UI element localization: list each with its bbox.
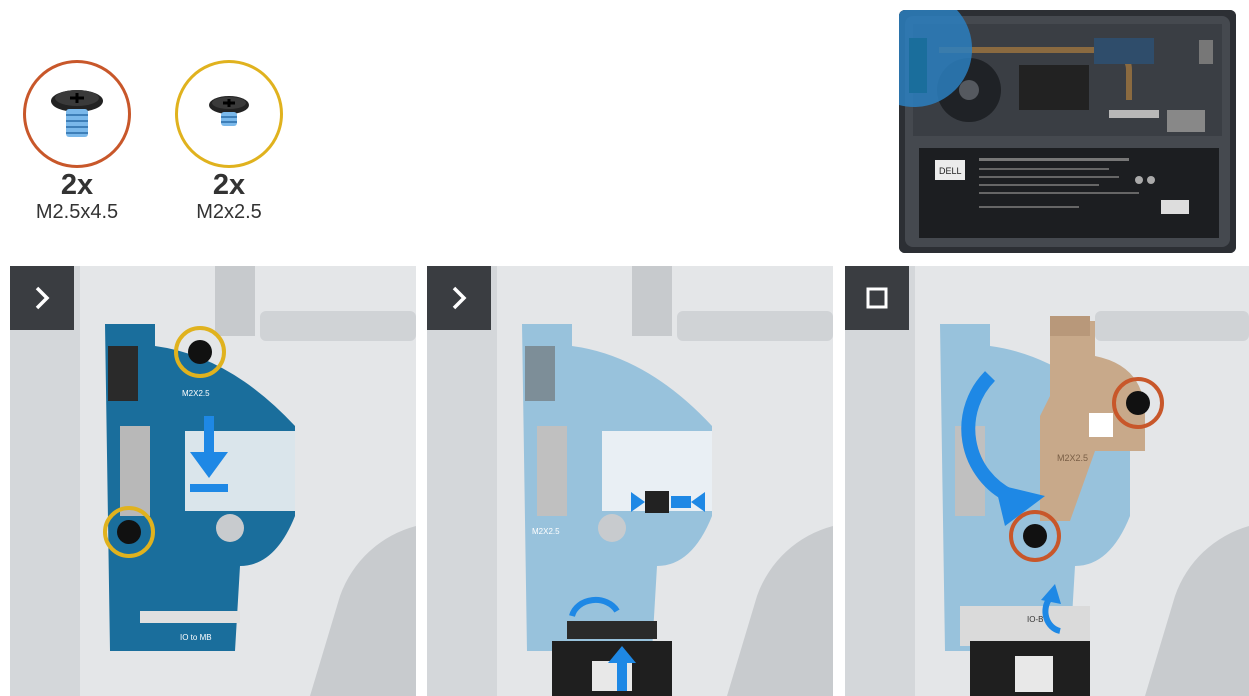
board-silk-label: IO to MB: [180, 633, 212, 642]
screw-m2x25-icon: [209, 96, 249, 126]
step-1-illustration: IO to MB M2X2.5: [10, 266, 416, 696]
screw-size-label: M2x2.5: [196, 201, 262, 223]
battery-brand: DELL: [939, 166, 962, 176]
stop-square-icon: [866, 287, 888, 309]
screw-qty: 2x: [60, 169, 94, 201]
chevron-right-icon: [35, 286, 50, 310]
screw-legend-m2x25: 2x M2x2.5: [169, 60, 289, 224]
screw-legend-m25x45: 2x M2.5x4.5: [17, 60, 137, 224]
screw-m25x45-icon: [51, 90, 103, 137]
step-indicator: [10, 266, 74, 330]
screw-silk-label: M2X2.5: [1057, 453, 1088, 463]
screw-ring-gold: [175, 60, 283, 168]
screw-silk-label: M2X2.5: [532, 527, 560, 536]
step-3-illustration: M2X2.5 IO-B: [845, 266, 1249, 696]
step-3-panel: M2X2.5 IO-B: [845, 266, 1249, 696]
laptop-interior-illustration: DELL: [899, 10, 1236, 253]
screw-silk-label: M2X2.5: [182, 389, 210, 398]
step-indicator: [427, 266, 491, 330]
board-silk-label: IO-B: [1027, 615, 1043, 624]
chevron-right-icon: [452, 286, 467, 310]
step-2-panel: M2X2.5: [427, 266, 833, 696]
step-1-panel: IO to MB M2X2.5: [10, 266, 416, 696]
step-indicator: [845, 266, 909, 330]
laptop-overview-image: DELL: [899, 10, 1236, 253]
screw-size-label: M2.5x4.5: [35, 201, 119, 223]
step-2-illustration: M2X2.5: [427, 266, 833, 696]
screw-qty: 2x: [212, 169, 246, 201]
screw-ring-orange: [23, 60, 131, 168]
